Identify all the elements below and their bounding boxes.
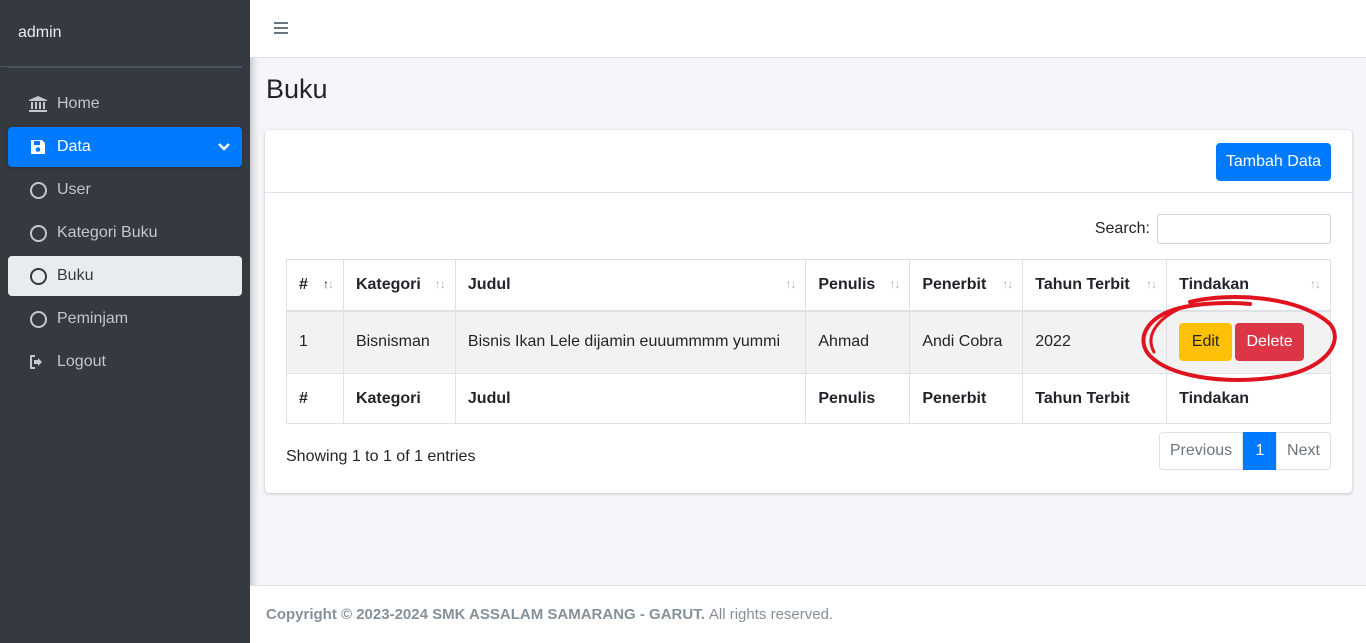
sidebar-item-buku[interactable]: Buku	[8, 256, 242, 296]
sidebar-item-label: Peminjam	[57, 310, 129, 327]
sign-out-icon	[28, 352, 48, 372]
col-footer-number: #	[286, 373, 344, 424]
sidebar-item-logout[interactable]: Logout	[8, 342, 242, 382]
pagination: Previous 1 Next	[1159, 432, 1331, 470]
cell-actions: Edit Delete	[1166, 310, 1331, 374]
page-1-button[interactable]: 1	[1243, 432, 1277, 470]
sort-icon: ↑↓	[1002, 277, 1013, 291]
col-footer-judul: Judul	[454, 373, 807, 424]
sidebar-item-label: Home	[57, 95, 100, 112]
col-footer-kategori: Kategori	[342, 373, 456, 424]
sidebar-item-label: Data	[57, 138, 91, 155]
sidebar-item-user[interactable]: User	[8, 170, 242, 210]
chevron-down-icon	[218, 139, 230, 157]
brand[interactable]: admin	[0, 0, 242, 67]
col-footer-penulis: Penulis	[805, 373, 911, 424]
col-footer-tahun-terbit: Tahun Terbit	[1022, 373, 1168, 424]
edit-button[interactable]: Edit	[1179, 323, 1233, 362]
sort-icon: ↑↓	[1146, 277, 1157, 291]
col-header-tahun-terbit[interactable]: Tahun Terbit ↑↓	[1022, 259, 1168, 312]
col-header-kategori[interactable]: Kategori ↑↓	[342, 259, 456, 312]
sidebar-item-data[interactable]: Data	[8, 127, 242, 167]
delete-button[interactable]: Delete	[1235, 323, 1305, 362]
table-row: 1 Bisnisman Bisnis Ikan Lele dijamin euu…	[286, 310, 1331, 374]
cell-penerbit: Andi Cobra	[909, 310, 1024, 374]
sidebar: admin Home Data User Kategori Buku Buku …	[0, 0, 250, 643]
circle-icon	[28, 180, 48, 200]
col-header-number[interactable]: # ↑↓	[286, 259, 344, 312]
sidebar-item-label: Buku	[57, 267, 94, 284]
sidebar-item-home[interactable]: Home	[8, 84, 242, 124]
col-footer-tindakan: Tindakan	[1166, 373, 1331, 424]
table-info: Showing 1 to 1 of 1 entries	[286, 448, 476, 465]
sidebar-item-label: User	[57, 181, 91, 198]
books-table: # ↑↓ Kategori ↑↓ Judul ↑↓ Penulis ↑↓ Penerbi…	[286, 259, 1331, 424]
search-label: Search:	[1094, 220, 1150, 237]
sort-icon: ↑↓	[434, 277, 446, 291]
col-header-judul[interactable]: Judul ↑↓	[454, 259, 807, 312]
page-footer: Copyright © 2023-2024 SMK ASSALAM SAMARA…	[250, 585, 1366, 643]
footer-copyright: Copyright © 2023-2024 SMK ASSALAM SAMARA…	[266, 606, 705, 623]
data-card: Tambah Data Search: # ↑↓ Kategori ↑↓ Judul…	[265, 130, 1352, 493]
add-data-button[interactable]: Tambah Data	[1216, 143, 1331, 181]
col-header-penerbit[interactable]: Penerbit ↑↓	[909, 259, 1024, 312]
table-footer-row: # Kategori Judul Penulis Penerbit Tahun …	[286, 373, 1331, 424]
cell-tahun: 2022	[1022, 310, 1168, 374]
sort-icon: ↑↓	[785, 277, 796, 291]
next-page-button[interactable]: Next	[1276, 432, 1331, 470]
search-input[interactable]	[1157, 214, 1331, 244]
circle-icon	[28, 309, 48, 329]
page-title: Buku	[266, 74, 328, 104]
card-header: Tambah Data	[265, 130, 1352, 193]
previous-page-button[interactable]: Previous	[1159, 432, 1243, 470]
col-header-penulis[interactable]: Penulis ↑↓	[805, 259, 911, 312]
save-icon	[28, 137, 48, 157]
cell-penulis: Ahmad	[805, 310, 911, 374]
sidebar-item-label: Logout	[57, 353, 106, 370]
menu-toggle-icon[interactable]	[274, 22, 288, 34]
sidebar-nav: Home Data User Kategori Buku Buku Peminj…	[8, 84, 242, 385]
cell-judul: Bisnis Ikan Lele dijamin euuummmm yummi	[454, 310, 807, 374]
circle-icon	[28, 223, 48, 243]
topbar	[250, 0, 1366, 58]
sort-asc-icon: ↑↓	[322, 277, 334, 291]
sidebar-item-label: Kategori Buku	[57, 224, 158, 241]
sidebar-item-kategori-buku[interactable]: Kategori Buku	[8, 213, 242, 253]
col-footer-penerbit: Penerbit	[909, 373, 1024, 424]
cell-kategori: Bisnisman	[342, 310, 456, 374]
bank-icon	[28, 94, 48, 114]
sidebar-divider	[8, 67, 242, 68]
col-header-tindakan[interactable]: Tindakan ↑↓	[1166, 259, 1331, 312]
cell-number: 1	[286, 310, 344, 374]
sort-icon: ↑↓	[1310, 277, 1321, 291]
sidebar-item-peminjam[interactable]: Peminjam	[8, 299, 242, 339]
circle-icon	[28, 266, 48, 286]
table-header-row: # ↑↓ Kategori ↑↓ Judul ↑↓ Penulis ↑↓ Penerbi…	[286, 259, 1331, 312]
brand-name: admin	[18, 24, 62, 41]
footer-rights: All rights reserved.	[708, 606, 834, 623]
sort-icon: ↑↓	[889, 277, 900, 291]
